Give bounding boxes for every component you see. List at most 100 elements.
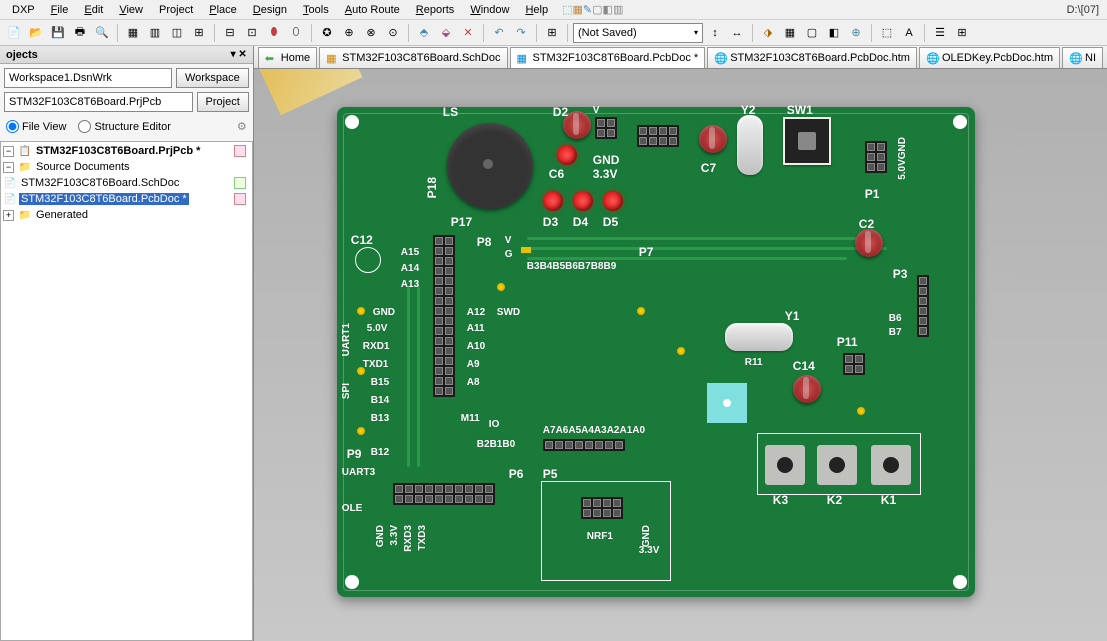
tool-b1[interactable]: ▦ bbox=[123, 23, 143, 43]
toolbar-icon-4[interactable]: ▢ bbox=[592, 3, 602, 16]
hdr-p1 bbox=[865, 141, 887, 173]
silk-b6: B6 bbox=[889, 313, 902, 324]
hdr-gnd bbox=[595, 117, 617, 139]
toolbar-icon-2[interactable]: ▦ bbox=[573, 3, 583, 16]
tool-j1[interactable]: ☰ bbox=[930, 23, 950, 43]
redo-icon[interactable]: ↷ bbox=[511, 23, 531, 43]
silk-p8: P8 bbox=[477, 235, 492, 249]
tab-schdoc[interactable]: ▦STM32F103C8T6Board.SchDoc bbox=[319, 47, 507, 68]
toolbar-icon-5[interactable]: ◧ bbox=[603, 3, 613, 16]
led-d4 bbox=[573, 191, 593, 211]
menu-reports[interactable]: Reports bbox=[408, 2, 463, 18]
tool-i2[interactable]: A bbox=[899, 23, 919, 43]
project-button[interactable]: Project bbox=[197, 92, 249, 112]
tool-c3[interactable]: ⬮ bbox=[264, 23, 284, 43]
print-icon[interactable]: 🖶 bbox=[70, 23, 90, 43]
tool-h1[interactable]: ⬗ bbox=[758, 23, 778, 43]
tool-c1[interactable]: ⊟ bbox=[220, 23, 240, 43]
toolbar-icon-3[interactable]: ✎ bbox=[583, 3, 592, 16]
silk-k3: K3 bbox=[773, 493, 788, 507]
tool-b2[interactable]: ▥ bbox=[145, 23, 165, 43]
switch-sw1 bbox=[783, 117, 831, 165]
tool-b4[interactable]: ⊞ bbox=[189, 23, 209, 43]
pin-icon[interactable]: ▾ ✕ bbox=[231, 49, 247, 60]
menu-place[interactable]: Place bbox=[201, 2, 245, 18]
structure-radio[interactable]: Structure Editor bbox=[78, 120, 170, 133]
silk-p17: P17 bbox=[451, 215, 472, 229]
tab-ni[interactable]: 🌐NI bbox=[1062, 47, 1103, 68]
silk-arow: A7A6A5A4A3A2A1A0 bbox=[543, 425, 645, 436]
project-input[interactable] bbox=[4, 92, 193, 112]
silk-a11: A11 bbox=[467, 323, 485, 334]
toolbar-icon-1[interactable]: ⬚ bbox=[562, 3, 572, 16]
pcb-viewport[interactable]: LS D2 C6 V GND 3.3V C7 bbox=[254, 69, 1107, 641]
tab-pcbdoc[interactable]: ▦STM32F103C8T6Board.PcbDoc * bbox=[510, 47, 706, 68]
tool-e1[interactable]: ⬘ bbox=[414, 23, 434, 43]
silk-txd1: TXD1 bbox=[363, 359, 389, 370]
silk-y1: Y1 bbox=[785, 309, 800, 323]
open-icon[interactable]: 📂 bbox=[26, 23, 46, 43]
tree-source-docs[interactable]: −📁 Source Documents bbox=[1, 159, 252, 175]
projects-panel: ojects ▾ ✕ Workspace Project File View S… bbox=[0, 46, 254, 641]
undo-icon[interactable]: ↶ bbox=[489, 23, 509, 43]
menu-project[interactable]: Project bbox=[151, 2, 201, 18]
workspace-input[interactable] bbox=[4, 68, 172, 88]
tree-generated[interactable]: +📁 Generated bbox=[1, 207, 252, 223]
silk-a12: A12 bbox=[467, 307, 485, 318]
silk-rxd3: RXD3 bbox=[403, 525, 414, 552]
tab-oledkey-htm[interactable]: 🌐OLEDKey.PcbDoc.htm bbox=[919, 47, 1060, 68]
menu-edit[interactable]: Edit bbox=[76, 2, 111, 18]
silk-v2: V bbox=[505, 235, 512, 246]
tool-h5[interactable]: ⊕ bbox=[846, 23, 866, 43]
tool-c2[interactable]: ⊡ bbox=[242, 23, 262, 43]
menu-design[interactable]: Design bbox=[245, 2, 295, 18]
silk-g: G bbox=[505, 249, 513, 260]
hdr-bottom-l bbox=[393, 483, 495, 505]
tool-e3[interactable]: ✕ bbox=[458, 23, 478, 43]
silk-p1: P1 bbox=[865, 187, 880, 201]
tool-h4[interactable]: ◧ bbox=[824, 23, 844, 43]
tab-pcbdoc-htm[interactable]: 🌐STM32F103C8T6Board.PcbDoc.htm bbox=[707, 47, 917, 68]
tree-schdoc[interactable]: 📄 STM32F103C8T6Board.SchDoc bbox=[1, 175, 252, 191]
save-state-dropdown[interactable]: (Not Saved) bbox=[573, 23, 703, 43]
silk-d5: D5 bbox=[603, 215, 618, 229]
menu-view[interactable]: View bbox=[111, 2, 151, 18]
menu-dxp[interactable]: DXP bbox=[4, 2, 43, 18]
panel-menu-icon[interactable]: ⚙ bbox=[237, 120, 247, 133]
xtal-y1 bbox=[725, 323, 793, 351]
menu-autoroute[interactable]: Auto Route bbox=[337, 2, 408, 18]
workspace-button[interactable]: Workspace bbox=[176, 68, 249, 88]
silk-p3: P3 bbox=[893, 267, 908, 281]
save-icon[interactable]: 💾 bbox=[48, 23, 68, 43]
new-icon[interactable]: 📄 bbox=[4, 23, 24, 43]
tool-c4[interactable]: ⬯ bbox=[286, 23, 306, 43]
file-view-radio[interactable]: File View bbox=[6, 120, 66, 133]
tool-d3[interactable]: ⊗ bbox=[361, 23, 381, 43]
tool-i1[interactable]: ⬚ bbox=[877, 23, 897, 43]
tab-home[interactable]: ⬅Home bbox=[258, 47, 317, 68]
tree-pcbdoc[interactable]: 📄 STM32F103C8T6Board.PcbDoc * bbox=[1, 191, 252, 207]
tool-d4[interactable]: ⊙ bbox=[383, 23, 403, 43]
menu-file[interactable]: File bbox=[43, 2, 77, 18]
led-d5 bbox=[603, 191, 623, 211]
silk-m11: M11 bbox=[461, 413, 480, 424]
tool-h2[interactable]: ▦ bbox=[780, 23, 800, 43]
tool-h3[interactable]: ▢ bbox=[802, 23, 822, 43]
tool-j2[interactable]: ⊞ bbox=[952, 23, 972, 43]
tool-d2[interactable]: ⊕ bbox=[339, 23, 359, 43]
tool-e2[interactable]: ⬙ bbox=[436, 23, 456, 43]
tool-f1[interactable]: ⊞ bbox=[542, 23, 562, 43]
tool-b3[interactable]: ◫ bbox=[167, 23, 187, 43]
tool-d1[interactable]: ✪ bbox=[317, 23, 337, 43]
tool-g1[interactable]: ↕ bbox=[705, 23, 725, 43]
silk-p6: P6 bbox=[509, 467, 524, 481]
menu-help[interactable]: Help bbox=[517, 2, 556, 18]
hdr-p5 bbox=[543, 439, 625, 451]
tool-g2[interactable]: ↔ bbox=[727, 23, 747, 43]
tree-project-root[interactable]: −📋 STM32F103C8T6Board.PrjPcb * bbox=[1, 143, 252, 159]
silk-c6: C6 bbox=[549, 167, 564, 181]
menu-window[interactable]: Window bbox=[462, 2, 517, 18]
menu-tools[interactable]: Tools bbox=[295, 2, 337, 18]
preview-icon[interactable]: 🔍 bbox=[92, 23, 112, 43]
toolbar-icon-6[interactable]: ▥ bbox=[613, 3, 623, 16]
